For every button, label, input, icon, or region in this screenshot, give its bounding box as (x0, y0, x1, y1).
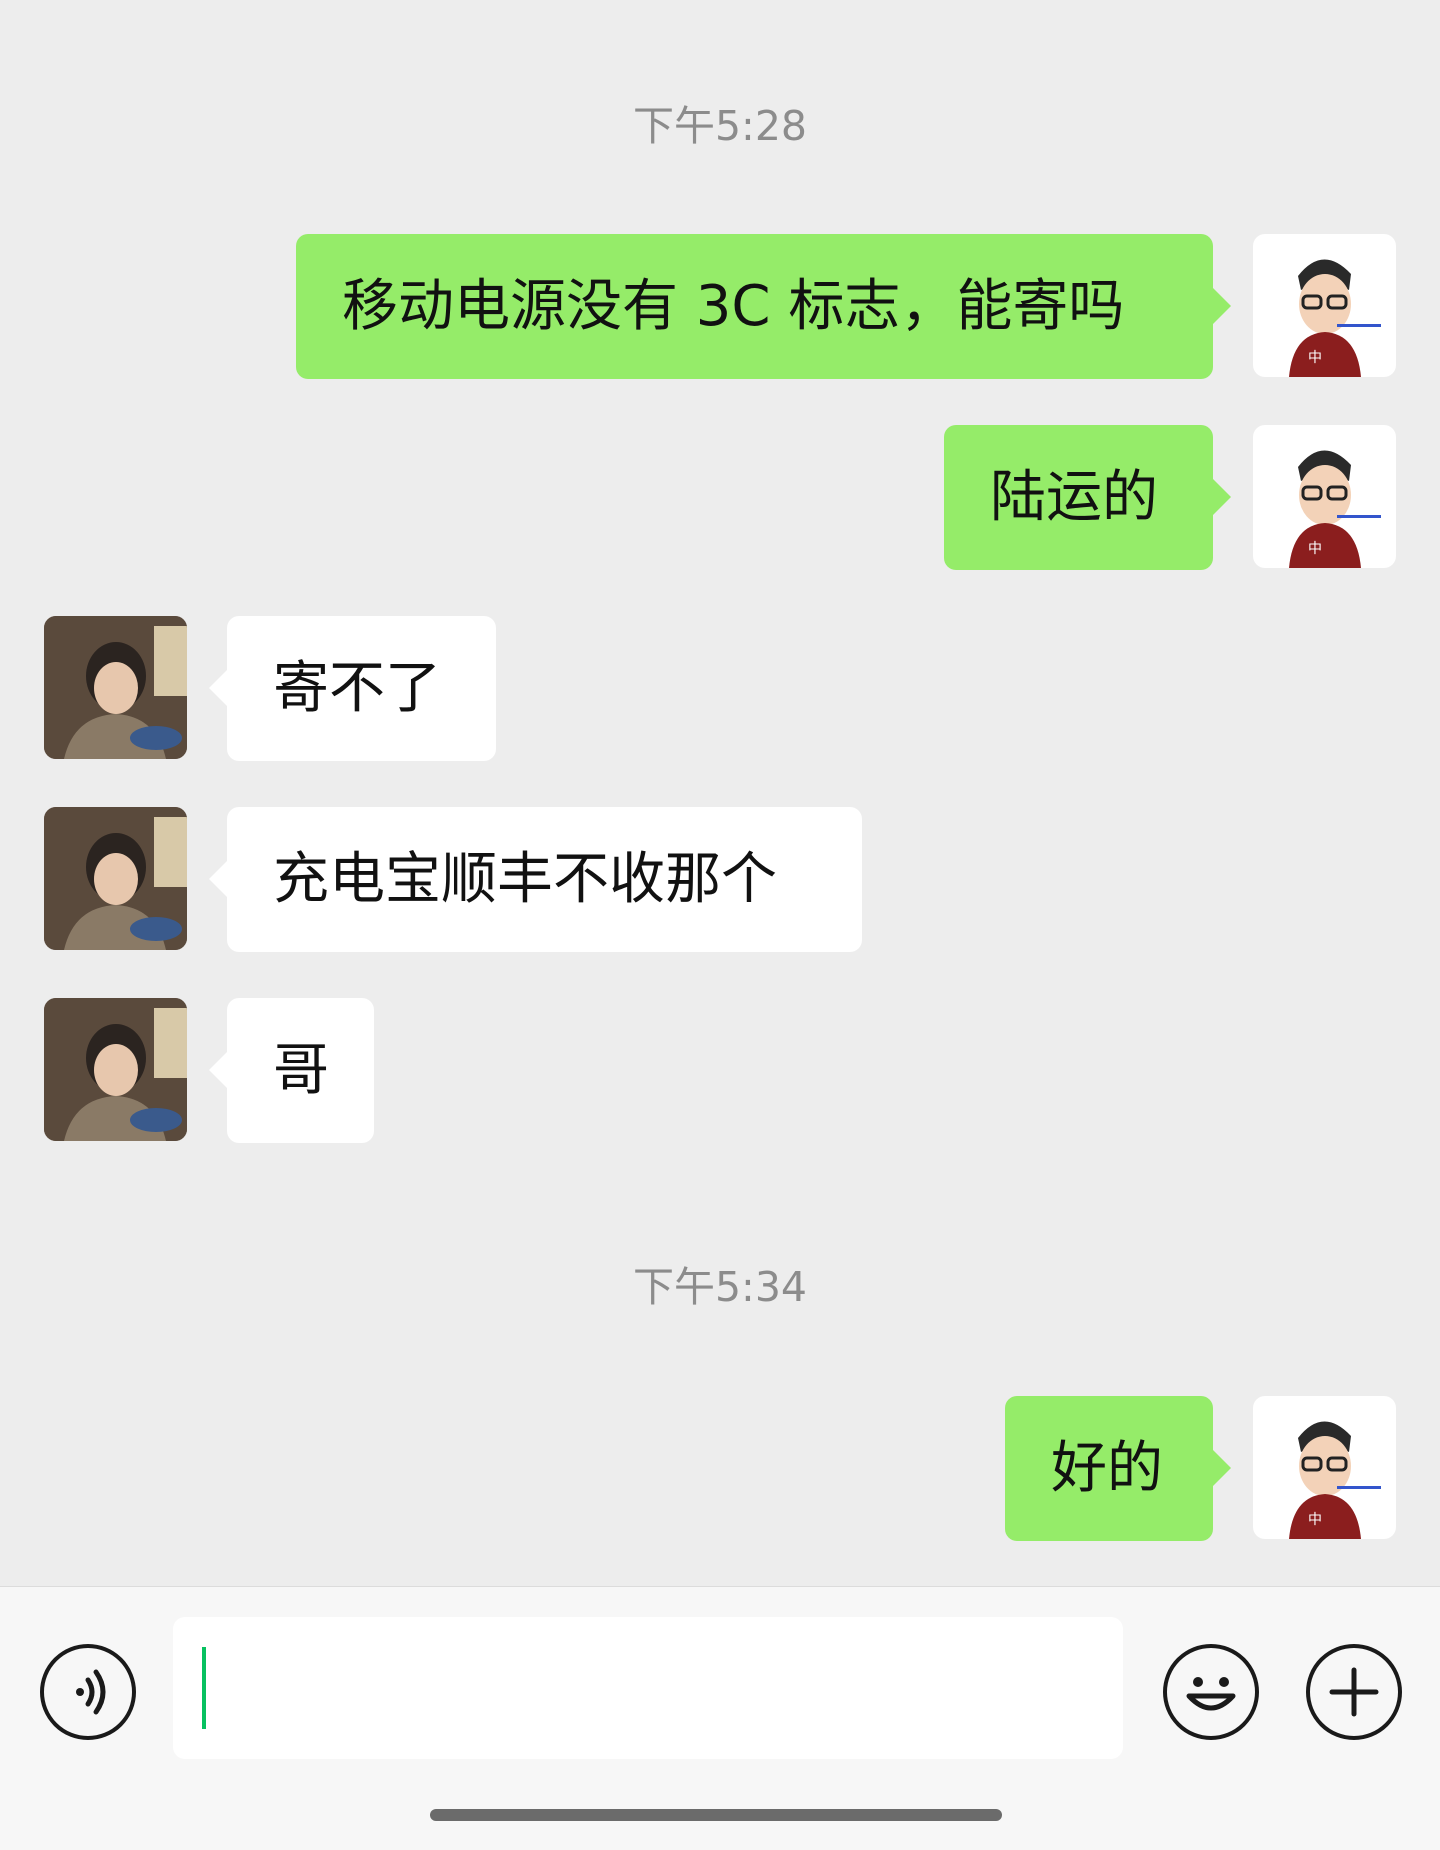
sent-message[interactable]: 好的 (1005, 1396, 1231, 1541)
more-button[interactable] (1306, 1644, 1402, 1740)
plus-icon (1329, 1667, 1379, 1717)
home-indicator[interactable] (430, 1809, 1002, 1821)
chat-area: 下午5:28 移动电源没有 3C 标志，能寄吗 中 陆运的 中 寄不了 充电宝顺… (0, 0, 1440, 1586)
message-input[interactable] (173, 1617, 1123, 1759)
voice-button[interactable] (40, 1644, 136, 1740)
emoji-button[interactable] (1163, 1644, 1259, 1740)
input-bar (0, 1586, 1440, 1850)
svg-text:中: 中 (1308, 1512, 1322, 1528)
my-avatar[interactable]: 中 (1253, 234, 1396, 377)
received-message[interactable]: 充电宝顺丰不收那个 (209, 807, 862, 952)
timestamp: 下午5:28 (632, 102, 808, 150)
contact-avatar[interactable] (44, 998, 187, 1141)
my-avatar[interactable]: 中 (1253, 1396, 1396, 1539)
text-cursor (202, 1647, 206, 1729)
contact-avatar[interactable] (44, 616, 187, 759)
received-message[interactable]: 寄不了 (209, 616, 496, 761)
sent-message[interactable]: 陆运的 (944, 425, 1231, 570)
my-avatar[interactable]: 中 (1253, 425, 1396, 568)
received-message[interactable]: 哥 (209, 998, 374, 1143)
sent-message[interactable]: 移动电源没有 3C 标志，能寄吗 (296, 234, 1231, 379)
svg-text:中: 中 (1308, 541, 1322, 557)
svg-text:中: 中 (1308, 350, 1322, 366)
timestamp: 下午5:34 (632, 1263, 808, 1311)
voice-icon (76, 1669, 106, 1715)
contact-avatar[interactable] (44, 807, 187, 950)
emoji-icon (1186, 1677, 1236, 1711)
